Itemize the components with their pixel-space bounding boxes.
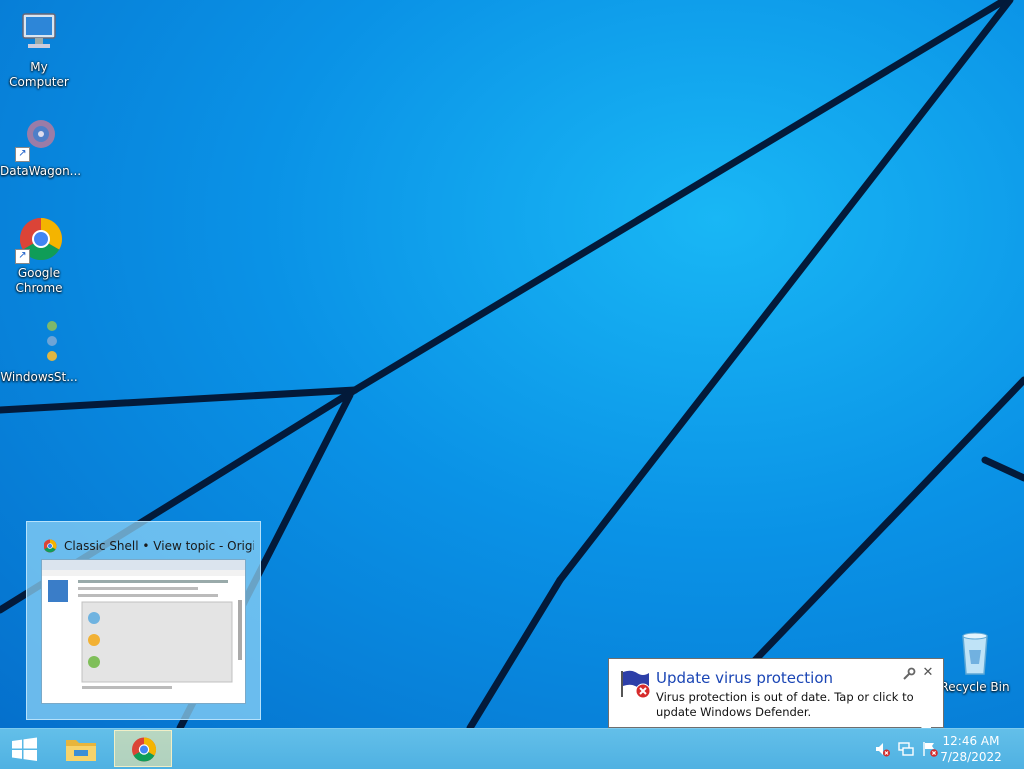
chrome-icon: ↗ [15, 216, 63, 264]
desktop-icon-label: Google Chrome [15, 266, 63, 295]
close-icon[interactable]: ✕ [921, 666, 935, 680]
speaker-muted-icon[interactable] [874, 741, 890, 757]
windows-orbs-icon [15, 320, 63, 368]
shortcut-arrow-icon: ↗ [15, 147, 30, 162]
desktop-icon-label: My Computer [9, 60, 69, 89]
browser-thumbnail-image [42, 560, 245, 689]
windows-logo-icon [12, 737, 37, 761]
window-thumbnail [41, 559, 246, 704]
file-explorer-icon [66, 740, 96, 761]
shortcut-arrow-icon: ↗ [15, 249, 30, 264]
desktop-icon-label: DataWagon... [0, 164, 82, 178]
notification-body: Virus protection is out of date. Tap or … [656, 690, 914, 719]
clock-date: 7/28/2022 [940, 750, 1002, 764]
desktop-icon-recycle-bin[interactable]: Recycle Bin [936, 630, 1014, 695]
defender-notification[interactable]: Update virus protection Virus protection… [608, 658, 944, 728]
desktop-icon-google-chrome[interactable]: ↗ Google Chrome [0, 216, 78, 296]
desktop-icon-label: Recycle Bin [940, 680, 1010, 694]
computer-icon [15, 10, 63, 58]
taskbar-chrome[interactable] [114, 730, 172, 767]
desktop-icon-windowsst[interactable]: WindowsSt... [0, 320, 78, 385]
wrench-icon[interactable] [902, 667, 916, 681]
taskbar-file-explorer[interactable] [52, 730, 110, 767]
chrome-icon [132, 737, 157, 762]
network-icon[interactable] [898, 741, 914, 757]
preview-title: Classic Shell • View topic - Origi... [44, 539, 254, 553]
gear-icon: ↗ [15, 114, 63, 162]
desktop-icon-my-computer[interactable]: My Computer [0, 10, 78, 90]
clock-time: 12:46 AM [942, 734, 1000, 748]
desktop-icon-datawagon[interactable]: ↗ DataWagon... [0, 114, 82, 179]
recycle-bin-icon [951, 630, 999, 678]
preview-title-text: Classic Shell • View topic - Origi... [64, 539, 254, 553]
chrome-icon [44, 539, 57, 553]
desktop[interactable]: My Computer ↗ DataWagon... ↗ Google Chro… [0, 0, 1024, 728]
taskbar-thumbnail-preview[interactable]: Classic Shell • View topic - Origi... [26, 521, 261, 720]
desktop-icon-label: WindowsSt... [0, 370, 78, 384]
flag-warning-icon [621, 670, 651, 699]
taskbar: 12:46 AM 7/28/2022 [0, 728, 1024, 769]
start-button[interactable] [0, 729, 48, 769]
taskbar-clock[interactable]: 12:46 AM 7/28/2022 [936, 733, 1006, 765]
notification-title: Update virus protection [656, 669, 834, 687]
